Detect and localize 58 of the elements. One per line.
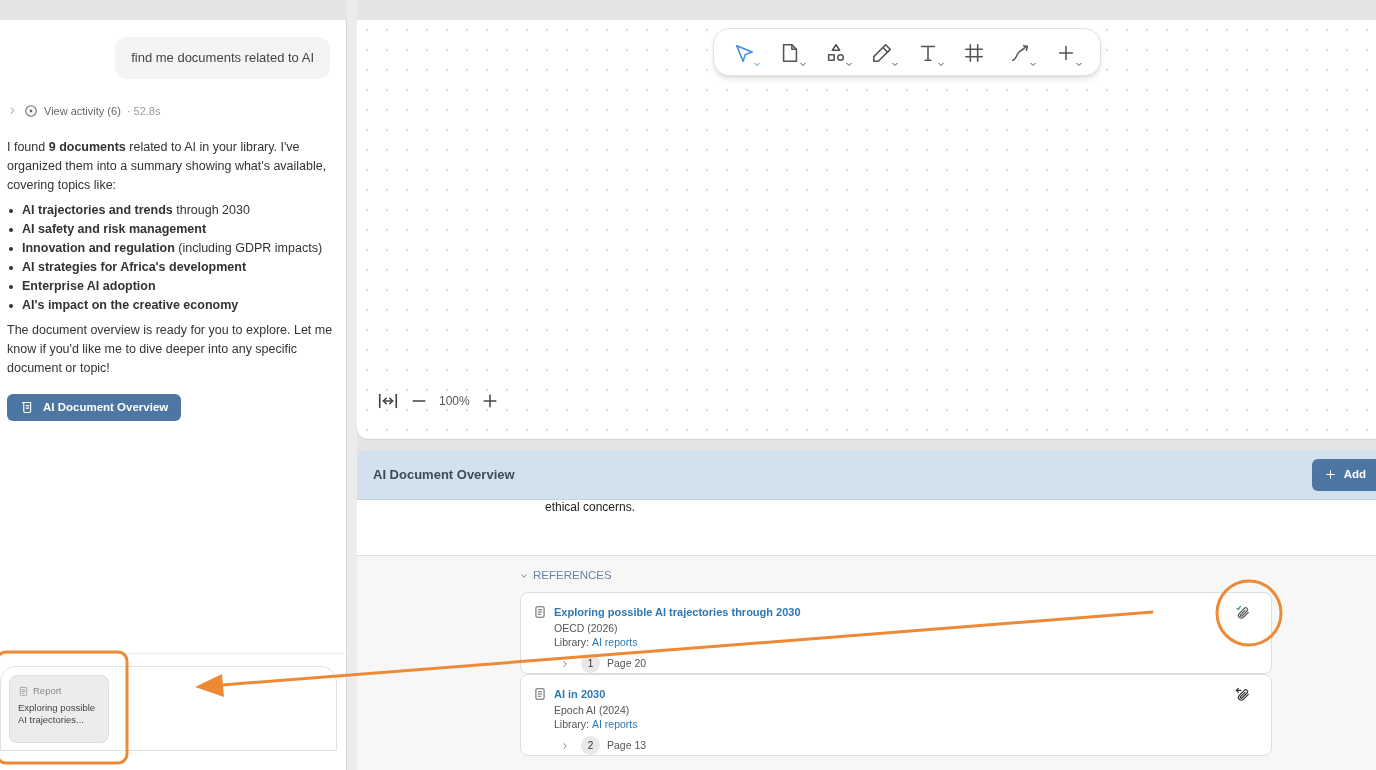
caret-icon[interactable] — [845, 62, 852, 67]
reference-source: Epoch AI (2024) — [554, 703, 631, 718]
document-icon — [18, 685, 29, 697]
references-toggle[interactable]: REFERENCES — [520, 567, 612, 585]
body-text: ethical concerns. — [545, 499, 637, 516]
add-button[interactable]: Add — [1311, 458, 1376, 491]
resize-handle[interactable] — [347, 0, 357, 770]
library-label: Library: — [554, 718, 589, 731]
caret-icon[interactable] — [891, 62, 898, 67]
list-item-text: AI's impact on the creative economy — [22, 297, 239, 314]
activity-icon — [24, 103, 38, 118]
canvas[interactable]: 100% — [357, 20, 1376, 440]
plus-icon — [1323, 468, 1337, 481]
page-number: Page 13 — [607, 737, 647, 753]
caret-icon[interactable] — [1075, 62, 1082, 67]
message-paragraph: I found 9 documents related to AI in your library. I've organized them into a summary showing what's available, covering topics like: — [7, 139, 328, 194]
chevron-icon[interactable] — [560, 658, 570, 669]
citation-number: 2 — [581, 736, 600, 756]
list-item-text: AI trajectories and trends through 2030 — [22, 202, 250, 219]
bullet-icon — [9, 304, 13, 308]
page-number: Page 20 — [607, 655, 647, 671]
caret-icon[interactable] — [799, 62, 806, 67]
bullet-icon — [9, 209, 13, 213]
library-link[interactable]: AI reports — [592, 636, 638, 649]
chevron-icon[interactable] — [560, 740, 570, 751]
composer-box[interactable]: Report Exploring possible AI trajectories... — [0, 666, 337, 751]
attachment-card[interactable]: Report Exploring possible AI trajectories... — [9, 675, 109, 743]
list-item-text: Innovation and regulation (including GDPR impacts) — [22, 240, 323, 257]
attached-check-icon[interactable] — [1235, 605, 1251, 622]
reference-title-link[interactable]: AI in 2030 — [554, 687, 606, 702]
view-activity-link[interactable]: View activity (6) — [44, 102, 121, 119]
bullet-icon — [9, 285, 13, 289]
document-icon — [533, 605, 547, 620]
panel-title: AI Document Overview — [373, 465, 515, 484]
attachment-type: Report — [33, 684, 62, 698]
reference-title-link[interactable]: Exploring possible AI trajectories through 2030 — [554, 605, 801, 620]
zoom-level: 100% — [439, 393, 470, 410]
list-item-text: Enterprise AI adoption — [22, 278, 156, 295]
document-icon — [533, 687, 547, 702]
library-link[interactable]: AI reports — [592, 718, 638, 731]
annotation-circle — [1215, 579, 1283, 647]
library-label: Library: — [554, 636, 589, 649]
caret-icon[interactable] — [1029, 62, 1036, 67]
bullet-icon — [9, 247, 13, 251]
bullet-icon — [9, 228, 13, 232]
list-item-text: AI safety and risk management — [22, 221, 207, 238]
artifact-button[interactable]: AI Document Overview — [7, 394, 182, 421]
attachment-title: Exploring possible AI trajectories... — [18, 702, 97, 727]
user-message: find me documents related to AI — [115, 37, 330, 79]
attach-icon[interactable] — [1235, 687, 1251, 704]
duration-text: · 52.8s — [126, 103, 161, 119]
list-item-text: AI strategies for Africa's development — [22, 259, 247, 276]
caret-icon[interactable] — [937, 62, 944, 67]
message-paragraph: The document overview is ready for you to explore. Let me know if you'd like me to dive deeper into any specific document or topic! — [7, 322, 334, 377]
pen-icon — [870, 42, 893, 64]
frame-icon — [962, 42, 985, 64]
bullet-icon — [9, 266, 13, 270]
reference-source: OECD (2026) — [554, 621, 619, 636]
